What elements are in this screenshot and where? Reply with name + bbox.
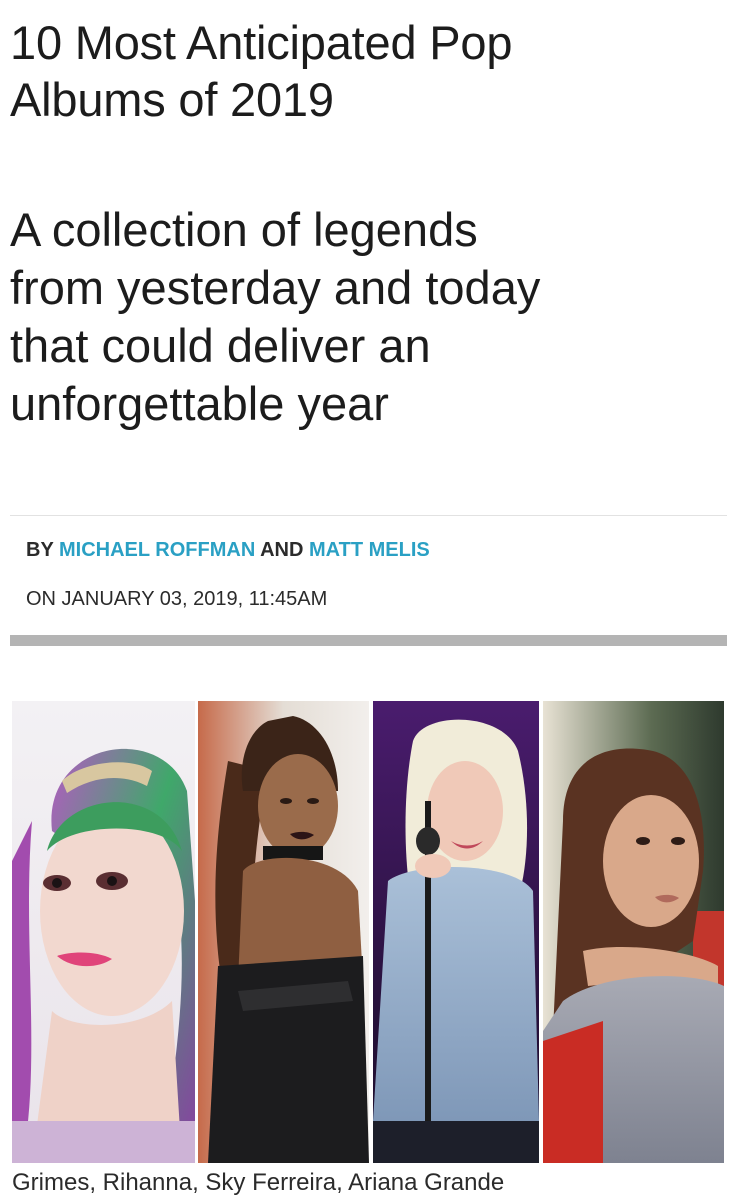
- hero-image: [12, 701, 724, 1163]
- photo-panel-grimes: [12, 701, 195, 1163]
- divider: [10, 515, 727, 516]
- byline: BY MICHAEL ROFFMAN AND MATT MELIS: [26, 537, 430, 563]
- subtitle-line: that could deliver an: [10, 319, 431, 372]
- image-caption: Grimes, Rihanna, Sky Ferreira, Ariana Gr…: [12, 1169, 505, 1196]
- title-line: Albums of 2019: [10, 73, 334, 126]
- photo-panel-rihanna: [198, 701, 369, 1163]
- byline-prefix: BY: [26, 539, 54, 561]
- byline-conjunction: AND: [260, 539, 304, 561]
- author-link-matt-melis[interactable]: MATT MELIS: [309, 539, 430, 561]
- subtitle-line: unforgettable year: [10, 377, 389, 430]
- publish-date: ON JANUARY 03, 2019, 11:45AM: [26, 588, 328, 610]
- article-subtitle: A collection of legends from yesterday a…: [10, 201, 730, 433]
- subtitle-line: A collection of legends: [10, 203, 478, 256]
- divider-thick: [10, 635, 727, 646]
- subtitle-line: from yesterday and today: [10, 261, 541, 314]
- title-line: 10 Most Anticipated Pop: [10, 16, 513, 69]
- photo-panel-ariana-grande: [543, 701, 724, 1163]
- author-link-michael-roffman[interactable]: MICHAEL ROFFMAN: [59, 539, 255, 561]
- article-title: 10 Most Anticipated Pop Albums of 2019: [10, 14, 730, 128]
- photo-panel-sky-ferreira: [373, 701, 539, 1163]
